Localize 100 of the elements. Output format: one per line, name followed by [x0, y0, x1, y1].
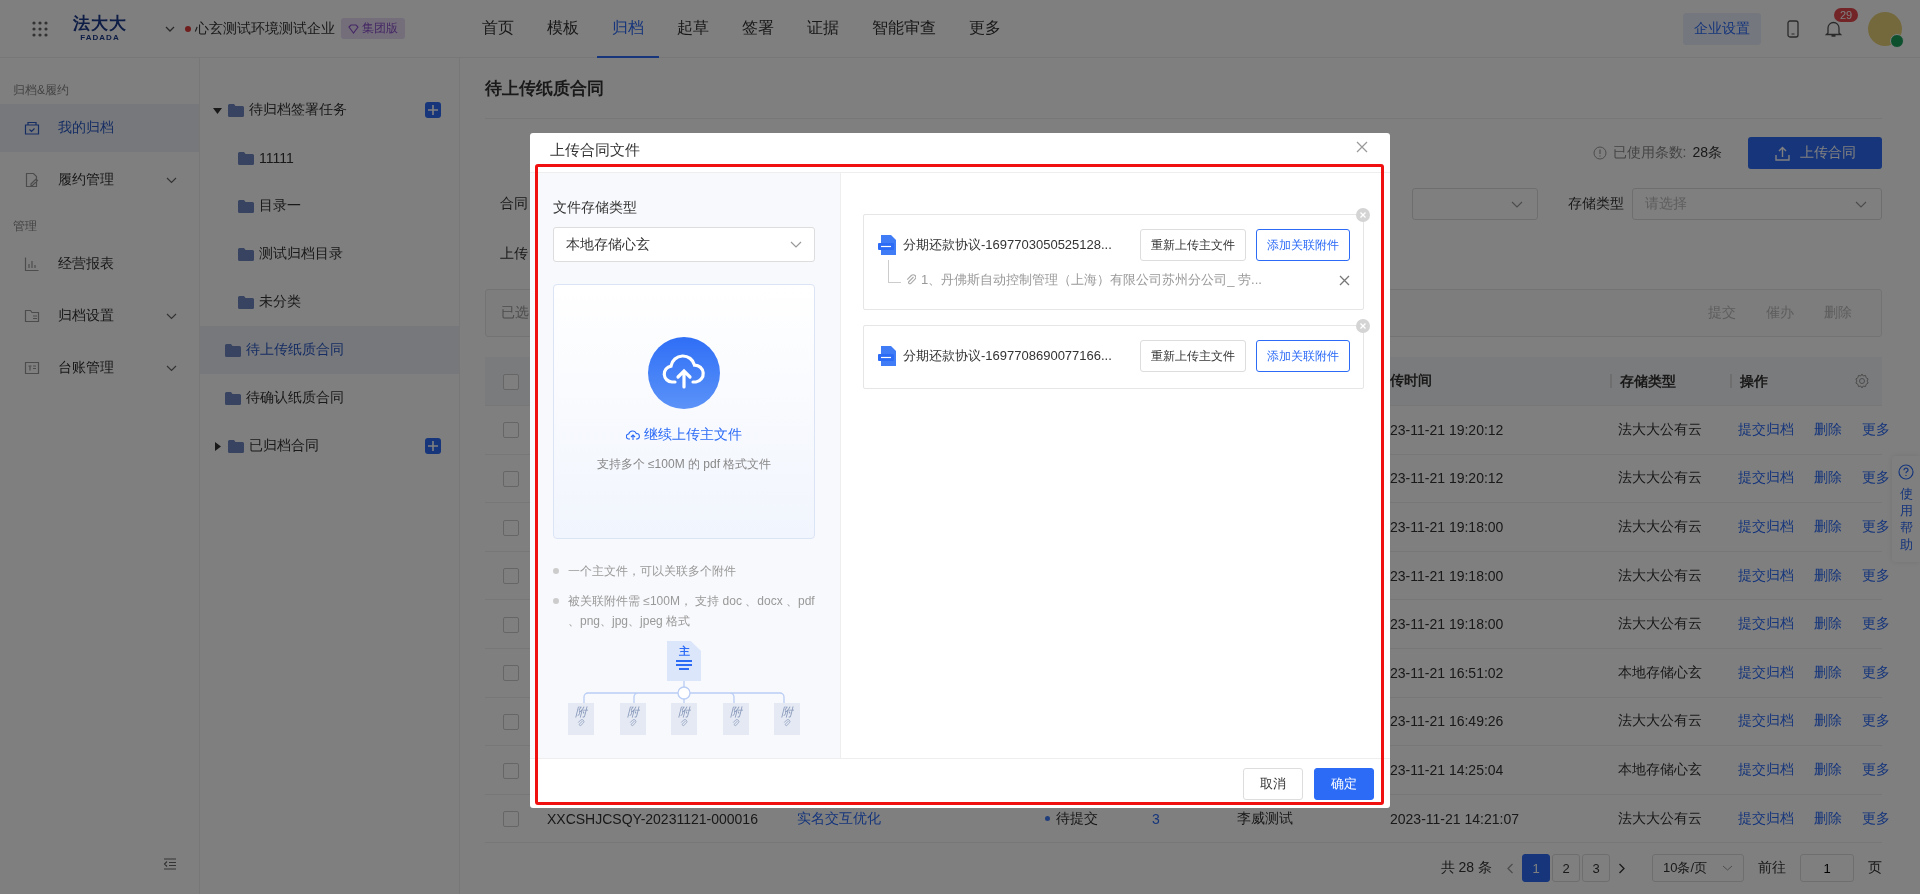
add-folder-button[interactable] — [425, 438, 441, 454]
count-link[interactable]: 3 — [1152, 810, 1160, 827]
row-action-link[interactable]: 提交归档 — [1738, 760, 1794, 779]
row-action-link[interactable]: 更多 — [1862, 566, 1890, 585]
phone-icon[interactable] — [1787, 19, 1799, 38]
add-attachment-button[interactable]: 添加关联附件 — [1256, 229, 1350, 261]
nav-tab[interactable]: 模板 — [532, 0, 594, 58]
page-size-select[interactable]: 10条/页 — [1652, 854, 1744, 883]
row-action-link[interactable]: 提交归档 — [1738, 809, 1794, 828]
row-action-link[interactable]: 提交归档 — [1738, 518, 1794, 536]
cancel-button[interactable]: 取消 — [1243, 767, 1303, 800]
folder-item[interactable]: 11111 — [200, 134, 459, 182]
row-action-link[interactable]: 删除 — [1814, 469, 1842, 488]
chevron-left-icon[interactable] — [1506, 862, 1514, 874]
folder-item[interactable]: 未分类 — [200, 278, 459, 326]
file-name: 分期还款协议-1697708690077166... — [903, 347, 1112, 365]
settings-icon[interactable] — [1854, 373, 1870, 389]
nav-tab[interactable]: 首页 — [467, 0, 529, 58]
storage-type-select[interactable]: 本地存储心玄 — [553, 227, 815, 262]
nav-tab[interactable]: 签署 — [727, 0, 789, 58]
nav-tab[interactable]: 更多 — [954, 0, 1016, 58]
goto-page-field[interactable]: 1 — [1800, 854, 1854, 883]
row-action-link[interactable]: 删除 — [1814, 615, 1842, 634]
row-action-link[interactable]: 更多 — [1862, 663, 1890, 682]
chevron-down-icon[interactable] — [165, 25, 175, 32]
remove-icon[interactable] — [1356, 208, 1370, 222]
company-name[interactable]: 心玄测试环境测试企业 — [195, 19, 335, 38]
nav-tab[interactable]: 证据 — [792, 0, 854, 58]
folder-item[interactable]: 待归档签署任务 — [200, 86, 459, 134]
nav-tab[interactable]: 归档 — [597, 0, 659, 58]
row-action-link[interactable]: 更多 — [1862, 615, 1890, 634]
caret-down-icon[interactable] — [213, 105, 222, 115]
sidebar-item[interactable]: 经营报表 — [0, 240, 199, 288]
enterprise-settings-button[interactable]: 企业设置 — [1683, 12, 1761, 45]
row-action-link[interactable]: 提交归档 — [1738, 469, 1794, 488]
contract-name-link[interactable]: 实名交互优化 — [797, 809, 881, 828]
upload-link[interactable]: 继续上传主文件 — [626, 426, 742, 444]
collapse-menu-icon[interactable] — [163, 858, 177, 870]
row-action-link[interactable]: 删除 — [1814, 566, 1842, 585]
avatar[interactable] — [1868, 11, 1902, 46]
remove-icon[interactable] — [1356, 319, 1370, 333]
folder-item[interactable]: 测试归档目录 — [200, 230, 459, 278]
sidebar-item[interactable]: 我的归档 — [0, 104, 199, 152]
paperclip-icon — [906, 274, 916, 286]
caret-right-icon[interactable] — [213, 441, 222, 451]
row-action-link[interactable]: 更多 — [1862, 420, 1890, 439]
column-header: 操作 — [1730, 374, 1882, 388]
row-action-link[interactable]: 删除 — [1814, 712, 1842, 731]
row-action-link[interactable]: 提交归档 — [1738, 420, 1794, 439]
row-checkbox[interactable] — [503, 811, 519, 828]
nav-tab[interactable]: 智能审查 — [857, 0, 951, 58]
close-icon[interactable] — [1339, 274, 1350, 286]
folder-item[interactable]: 待确认纸质合同 — [200, 374, 459, 422]
close-icon[interactable] — [1356, 141, 1368, 153]
help-tab[interactable]: 使用帮助 — [1892, 456, 1920, 562]
confirm-button[interactable]: 确定 — [1314, 767, 1374, 800]
reupload-button[interactable]: 重新上传主文件 — [1140, 229, 1246, 261]
folder-item[interactable]: 待上传纸质合同 — [200, 326, 459, 374]
row-checkbox[interactable] — [503, 568, 519, 585]
sidebar-item[interactable]: 履约管理 — [0, 156, 199, 204]
folder-item[interactable]: 已归档合同 — [200, 422, 459, 470]
row-checkbox[interactable] — [503, 422, 519, 439]
page-button[interactable]: 1 — [1522, 854, 1550, 883]
upload-contract-button[interactable]: 上传合同 — [1748, 137, 1882, 169]
logo[interactable]: 法大大 FADADA — [73, 15, 127, 42]
apps-grid-icon[interactable] — [32, 20, 48, 37]
row-action-link[interactable]: 提交归档 — [1738, 615, 1794, 634]
bell-icon[interactable] — [1825, 19, 1842, 38]
row-action-link[interactable]: 提交归档 — [1738, 566, 1794, 585]
nav-tab[interactable]: 起草 — [662, 0, 724, 58]
row-checkbox[interactable] — [503, 714, 519, 730]
add-folder-button[interactable] — [425, 102, 441, 118]
row-checkbox[interactable] — [503, 519, 519, 536]
upload-dropzone[interactable]: 继续上传主文件 支持多个 ≤100M 的 pdf 格式文件 — [553, 284, 815, 539]
sidebar-item[interactable]: 归档设置 — [0, 292, 199, 340]
row-action-link[interactable]: 提交归档 — [1738, 663, 1794, 682]
page-button[interactable]: 3 — [1582, 854, 1610, 883]
row-action-link[interactable]: 删除 — [1814, 760, 1842, 779]
row-action-link[interactable]: 更多 — [1862, 809, 1890, 828]
row-checkbox[interactable] — [503, 665, 519, 682]
row-action-link[interactable]: 提交归档 — [1738, 712, 1794, 731]
sidebar-item[interactable]: 台账管理 — [0, 344, 199, 392]
row-action-link[interactable]: 更多 — [1862, 518, 1890, 536]
chevron-right-icon[interactable] — [1618, 862, 1626, 874]
add-attachment-button[interactable]: 添加关联附件 — [1256, 340, 1350, 372]
page-button[interactable]: 2 — [1552, 854, 1580, 883]
row-action-link[interactable]: 删除 — [1814, 420, 1842, 439]
row-action-link[interactable]: 更多 — [1862, 469, 1890, 488]
select-all-checkbox[interactable] — [503, 373, 519, 390]
row-checkbox[interactable] — [503, 471, 519, 488]
filter-select[interactable] — [1412, 188, 1538, 220]
folder-item[interactable]: 目录一 — [200, 182, 459, 230]
row-action-link[interactable]: 更多 — [1862, 712, 1890, 731]
row-checkbox[interactable] — [503, 762, 519, 779]
row-action-link[interactable]: 删除 — [1814, 663, 1842, 682]
row-action-link[interactable]: 删除 — [1814, 809, 1842, 828]
row-checkbox[interactable] — [503, 616, 519, 633]
row-action-link[interactable]: 删除 — [1814, 518, 1842, 536]
row-action-link[interactable]: 更多 — [1862, 760, 1890, 779]
reupload-button[interactable]: 重新上传主文件 — [1140, 340, 1246, 372]
